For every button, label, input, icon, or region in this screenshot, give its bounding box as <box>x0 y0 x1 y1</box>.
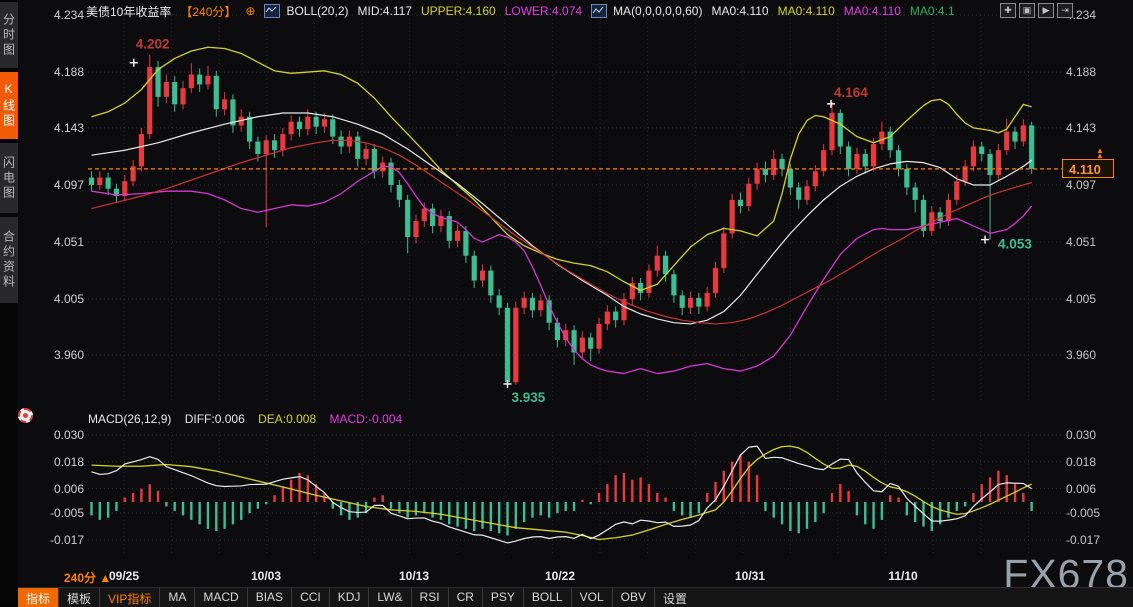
boll-label: BOLL(20,2) <box>286 4 348 18</box>
macd-tick-right: 0.006 <box>1066 482 1096 496</box>
price-tick-right: 4.005 <box>1066 292 1096 306</box>
ma-value-4: MA0:4.1 <box>910 4 955 18</box>
price-up-arrows-icon: ▲▲ <box>1096 148 1104 158</box>
price-annotation: 3.935 <box>512 390 546 405</box>
toolbar-tab-KDJ[interactable]: KDJ <box>329 588 369 607</box>
toolbar-tab-MA[interactable]: MA <box>159 588 194 607</box>
macd-tick-right: 0.030 <box>1066 428 1096 442</box>
period-footer[interactable]: 240分 ▲ <box>64 569 111 586</box>
left-sidebar: 分时图 K线图闪电图合约资料 <box>0 0 18 606</box>
toolbar-tab-BIAS[interactable]: BIAS <box>247 588 291 607</box>
sidebar-tab-1[interactable]: 分时图 <box>0 2 18 68</box>
boll-indicator-icon[interactable] <box>264 4 280 18</box>
toolbar-tab-CR[interactable]: CR <box>448 588 482 607</box>
macd-tick-right: -0.017 <box>1066 533 1100 547</box>
macd-tick-right: 0.018 <box>1066 455 1096 469</box>
date-label: 10/31 <box>735 569 765 583</box>
indicator-toolbar: 指标模板VIP指标MAMACDBIASCCIKDJLW&RSICRPSYBOLL… <box>18 587 1133 607</box>
date-label: 10/03 <box>251 569 281 583</box>
chart-window: 4.202 4.164 3.935 4.053 分时图 K线图闪电图合约资料 美债10年… <box>0 0 1133 606</box>
add-indicator-icon[interactable]: ⊕ <box>245 4 255 18</box>
ma-label: MA(0,0,0,0,0,60) <box>613 4 702 18</box>
ma-value-1: MA0:4.110 <box>711 4 768 18</box>
price-tick-right: 4.097 <box>1066 178 1096 192</box>
toolbar-tab-模板[interactable]: 模板 <box>58 588 99 607</box>
ma-value-2: MA0:4.110 <box>778 4 835 18</box>
toolbar-tab-VOL[interactable]: VOL <box>571 588 612 607</box>
current-price-tag: 4.110 <box>1062 159 1114 178</box>
sidebar-tab-2[interactable]: K线图 <box>0 72 18 139</box>
axis-zoom-icon[interactable]: ▣ <box>1019 3 1035 18</box>
toolbar-tab-CCI[interactable]: CCI <box>291 588 329 607</box>
toolbar-tab-OBV[interactable]: OBV <box>612 588 654 607</box>
ma-indicator-icon[interactable] <box>591 4 607 18</box>
boll-upper-value: UPPER:4.160 <box>421 4 496 18</box>
crosshair-icon[interactable]: ✚ <box>1000 3 1016 18</box>
alert-sun-icon[interactable] <box>18 408 33 423</box>
chart-header: 美债10年收益率 【240分】 ⊕ BOLL(20,2) MID:4.117 U… <box>86 3 964 19</box>
toolbar-tab-RSI[interactable]: RSI <box>411 588 448 607</box>
price-annotation: 4.053 <box>998 237 1032 252</box>
bar-zoom-icon[interactable]: ▶ <box>1038 3 1054 18</box>
macd-diff-value: DIFF:0.006 <box>185 412 245 426</box>
symbol-title: 美债10年收益率 <box>86 3 171 20</box>
boll-lower-value: LOWER:4.074 <box>505 4 582 18</box>
collapse-panel-icon[interactable]: ⇥ <box>1057 3 1073 18</box>
date-label: 10/22 <box>545 569 575 583</box>
ma-value-3: MA0:4.110 <box>844 4 901 18</box>
toolbar-tab-指标[interactable]: 指标 <box>18 588 58 607</box>
boll-mid-value: MID:4.117 <box>358 4 412 18</box>
macd-value: MACD:-0.004 <box>329 412 402 426</box>
toolbar-tab-BOLL[interactable]: BOLL <box>523 588 571 607</box>
macd-tick-right: -0.005 <box>1066 506 1100 520</box>
price-tick-right: 4.051 <box>1066 235 1096 249</box>
macd-label: MACD(26,12,9) <box>88 412 171 426</box>
toolbar-tab-LW&[interactable]: LW& <box>368 588 410 607</box>
price-annotation: 4.164 <box>834 85 868 100</box>
toolbar-tab-PSY[interactable]: PSY <box>482 588 523 607</box>
price-tick-right: 4.188 <box>1066 65 1096 79</box>
price-tick-right: 4.143 <box>1066 121 1096 135</box>
kline-chart[interactable]: 4.202 4.164 3.935 4.053 <box>0 0 1133 606</box>
period-label[interactable]: 【240分】 <box>180 3 236 20</box>
toolbar-tab-VIP指标[interactable]: VIP指标 <box>99 588 159 607</box>
window-buttons: ✚▣▶⇥ <box>997 3 1073 18</box>
date-label: 09/25 <box>109 569 139 583</box>
macd-header: MACD(26,12,9) DIFF:0.006 DEA:0.008 MACD:… <box>88 412 412 426</box>
date-label: 11/10 <box>888 569 917 583</box>
date-label: 10/13 <box>399 569 429 583</box>
sidebar-tab-3[interactable]: 闪电图 <box>0 143 18 213</box>
sidebar-tab-4[interactable]: 合约资料 <box>0 217 18 303</box>
macd-dea-value: DEA:0.008 <box>258 412 316 426</box>
toolbar-tab-设置[interactable]: 设置 <box>654 588 695 607</box>
price-tick-right: 3.960 <box>1066 348 1096 362</box>
price-annotation: 4.202 <box>136 37 170 52</box>
toolbar-tab-MACD[interactable]: MACD <box>194 588 246 607</box>
